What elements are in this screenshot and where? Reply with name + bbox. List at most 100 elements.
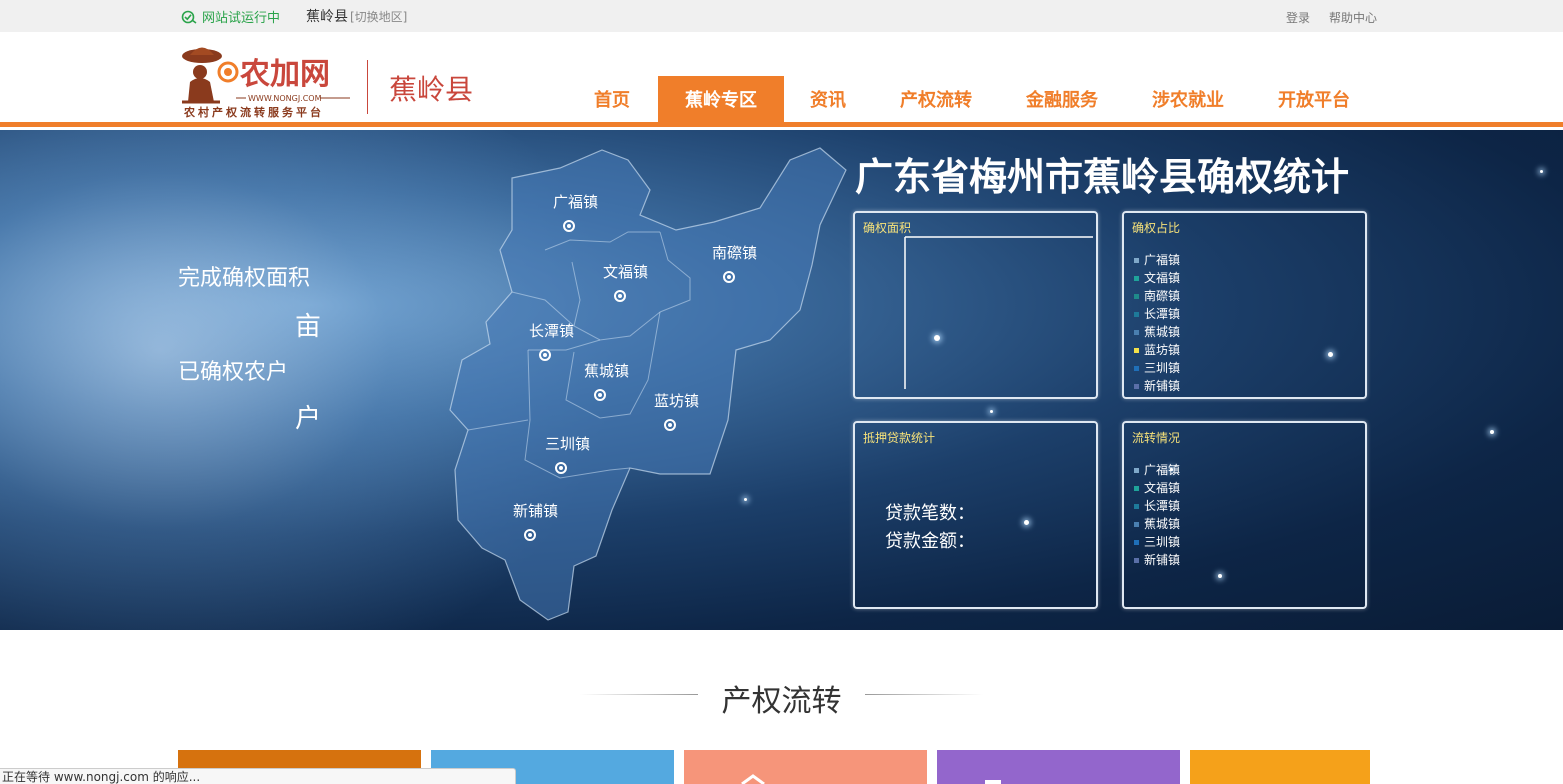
transfer-panel-title: 流转情况 [1132,431,1181,445]
nav-financial-services[interactable]: 金融服务 [1010,76,1114,122]
legend-swatch [1134,485,1139,491]
map-outline [449,147,847,621]
legend-swatch [1134,467,1139,473]
town-label-guangfu[interactable]: 广福镇 [553,193,598,211]
loan-panel: 抵押贷款统计 贷款笔数： 贷款金额： [853,421,1098,609]
star [990,410,993,413]
category-card[interactable] [1190,750,1370,784]
legend-label: 蕉城镇 [1144,517,1181,531]
legend-item[interactable]: 广福镇 [1134,461,1180,479]
town-label-jiaocheng[interactable]: 蕉城镇 [584,362,629,380]
legend-label: 长潭镇 [1144,307,1181,321]
legend-swatch [1134,347,1139,353]
nav-agri-jobs[interactable]: 涉农就业 [1136,76,1240,122]
switch-region-link[interactable]: [切换地区] [350,10,407,24]
town-label-lanfang[interactable]: 蓝坊镇 [654,392,699,410]
help-center-link[interactable]: 帮助中心 [1329,9,1377,26]
legend-item[interactable]: 长潭镇 [1134,497,1180,515]
running-status-icon [181,10,197,24]
current-region: 蕉岭县 [切换地区] [306,6,407,26]
legend-label: 广福镇 [1144,253,1181,267]
legend-label: 长潭镇 [1144,499,1181,513]
legend-swatch [1134,293,1139,299]
region-name: 蕉岭县 [306,9,348,25]
site-status-text: 网站试运行中 [202,11,281,26]
top-utility-bar: 网站试运行中 蕉岭县 [切换地区] 登录 帮助中心 [0,0,1563,32]
town-label-sanzhen[interactable]: 三圳镇 [545,435,590,453]
transfer-panel: 流转情况 广福镇 文福镇 长潭镇 蕉城镇 三圳镇 新铺镇 [1122,421,1367,609]
legend-item[interactable]: 蕉城镇 [1134,323,1180,341]
nav-news[interactable]: 资讯 [794,76,862,122]
legend-swatch [1134,503,1139,509]
category-card[interactable] [937,750,1180,784]
nav-property-transfer[interactable]: 产权流转 [884,76,988,122]
login-link[interactable]: 登录 [1286,9,1310,26]
star [1490,430,1494,434]
legend-item[interactable]: 南磜镇 [1134,287,1180,305]
logo-slogan: 农村产权流转服务平台 [183,105,324,119]
area-label: 完成确权面积 [178,266,311,291]
ratio-panel-title: 确权占比 [1132,221,1181,235]
legend-swatch [1134,383,1139,389]
legend-label: 蓝坊镇 [1144,343,1181,357]
legend-item[interactable]: 新铺镇 [1134,377,1180,395]
legend-swatch [1134,539,1139,545]
legend-swatch [1134,557,1139,563]
legend-item[interactable]: 广福镇 [1134,251,1180,269]
nav-home[interactable]: 首页 [574,76,650,122]
area-panel: 确权面积 [853,211,1098,399]
legend-item[interactable]: 长潭镇 [1134,305,1180,323]
legend-label: 三圳镇 [1144,535,1181,549]
town-label-changtan[interactable]: 长潭镇 [529,322,574,340]
nav-open-platform[interactable]: 开放平台 [1262,76,1366,122]
legend-item[interactable]: 蓝坊镇 [1134,341,1180,359]
transfer-legend: 广福镇 文福镇 长潭镇 蕉城镇 三圳镇 新铺镇 [1134,461,1180,569]
legend-item[interactable]: 蕉城镇 [1134,515,1180,533]
logo-divider [367,60,368,114]
section-title: 产权流转 [721,684,842,719]
star [1540,170,1543,173]
legend-label: 新铺镇 [1144,553,1181,567]
stats-banner: 完成确权面积 亩 已确权农户 户 广福镇 文福镇 南磜镇 长潭镇 蕉城镇 蓝坊镇… [0,130,1563,630]
town-label-nanqi[interactable]: 南磜镇 [712,244,757,262]
town-label-wenfu[interactable]: 文福镇 [603,263,648,281]
card-icon [741,774,765,784]
legend-swatch [1134,311,1139,317]
site-status: 网站试运行中 [180,7,280,26]
loan-count-label: 贷款笔数： [885,503,975,524]
legend-item[interactable]: 新铺镇 [1134,551,1180,569]
legend-label: 广福镇 [1144,463,1181,477]
category-card[interactable] [684,750,927,784]
legend-swatch [1134,521,1139,527]
loan-panel-title: 抵押贷款统计 [863,431,936,445]
ratio-legend: 广福镇 文福镇 南磜镇 长潭镇 蕉城镇 蓝坊镇 三圳镇 新铺镇 [1134,251,1180,395]
header-accent-line [0,122,1563,127]
legend-item[interactable]: 文福镇 [1134,479,1180,497]
legend-swatch [1134,257,1139,263]
logo-url: WWW.NONGJ.COM [248,94,322,103]
households-unit: 户 [295,404,322,434]
site-logo[interactable]: 农加网 WWW.NONGJ.COM 农村产权流转服务平台 [180,42,355,120]
legend-label: 蕉城镇 [1144,325,1181,339]
households-label: 已确权农户 [178,360,289,385]
legend-label: 新铺镇 [1144,379,1181,393]
legend-label: 南磜镇 [1144,289,1181,303]
card-icon [985,780,1001,784]
loan-amount-label: 贷款金额： [885,531,975,552]
county-map: 广福镇 文福镇 南磜镇 长潭镇 蕉城镇 蓝坊镇 三圳镇 新铺镇 [449,147,847,621]
legend-item[interactable]: 三圳镇 [1134,533,1180,551]
legend-label: 文福镇 [1144,481,1181,495]
legend-swatch [1134,329,1139,335]
browser-status-bar: 正在等待 www.nongj.com 的响应... [0,768,516,784]
legend-item[interactable]: 文福镇 [1134,269,1180,287]
nav-jiaoling-zone[interactable]: 蕉岭专区 [658,76,784,122]
legend-swatch [1134,275,1139,281]
county-name: 蕉岭县 [389,73,474,106]
town-label-xinpu[interactable]: 新铺镇 [513,502,558,520]
area-unit: 亩 [295,312,322,342]
banner-title: 广东省梅州市蕉岭县确权统计 [855,155,1350,199]
legend-label: 三圳镇 [1144,361,1181,375]
legend-label: 文福镇 [1144,271,1181,285]
legend-swatch [1134,365,1139,371]
legend-item[interactable]: 三圳镇 [1134,359,1180,377]
